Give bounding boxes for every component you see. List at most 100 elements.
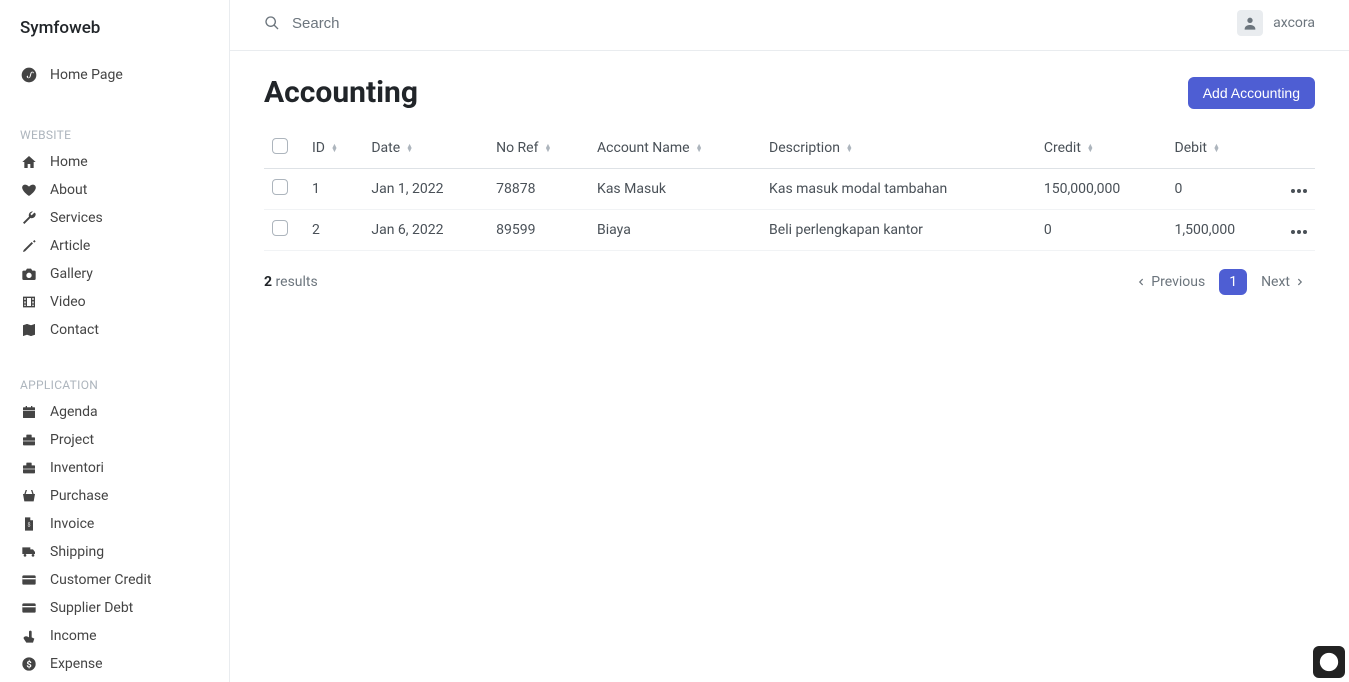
- col-noref[interactable]: No Ref▲▼: [488, 128, 589, 169]
- sidebar-item-services[interactable]: Services: [0, 204, 229, 232]
- sidebar-item-label: Invoice: [50, 516, 94, 532]
- search-input[interactable]: [292, 15, 1164, 32]
- cell-id: 2: [304, 210, 363, 251]
- sort-icon: ▲▼: [846, 144, 853, 152]
- add-accounting-button[interactable]: Add Accounting: [1188, 77, 1315, 109]
- cell-account: Kas Masuk: [589, 169, 761, 210]
- sort-icon: ▲▼: [1087, 144, 1094, 152]
- cell-noref: 89599: [488, 210, 589, 251]
- sidebar-item-supplier-debt[interactable]: Supplier Debt: [0, 594, 229, 622]
- col-debit[interactable]: Debit▲▼: [1167, 128, 1275, 169]
- cell-date: Jan 1, 2022: [363, 169, 488, 210]
- topbar: axcora: [230, 0, 1349, 51]
- sidebar-item-label: Gallery: [50, 266, 93, 282]
- chevron-right-icon: [1295, 277, 1305, 287]
- row-actions-button[interactable]: [1291, 189, 1307, 193]
- cell-desc: Beli perlengkapan kantor: [761, 210, 1036, 251]
- sidebar-item-shipping[interactable]: Shipping: [0, 538, 229, 566]
- sort-icon: ▲▼: [1213, 144, 1220, 152]
- sidebar-item-agenda[interactable]: Agenda: [0, 398, 229, 426]
- sidebar-item-gallery[interactable]: Gallery: [0, 260, 229, 288]
- results-count: 2 results: [264, 274, 318, 290]
- col-date[interactable]: Date▲▼: [363, 128, 488, 169]
- card-icon: [20, 599, 38, 617]
- col-credit[interactable]: Credit▲▼: [1036, 128, 1167, 169]
- sidebar-item-label: Supplier Debt: [50, 600, 133, 616]
- sidebar-item-label: Article: [50, 238, 90, 254]
- card-icon: [20, 571, 38, 589]
- sidebar-item-about[interactable]: About: [0, 176, 229, 204]
- file-icon: [20, 515, 38, 533]
- row-checkbox[interactable]: [272, 179, 288, 195]
- briefcase-icon: [20, 431, 38, 449]
- table-row[interactable]: 1Jan 1, 202278878Kas MasukKas masuk moda…: [264, 169, 1315, 210]
- sidebar-item-label: Agenda: [50, 404, 98, 420]
- map-icon: [20, 321, 38, 339]
- briefcase-icon: [20, 459, 38, 477]
- brand[interactable]: Symfoweb: [0, 0, 229, 56]
- user-menu[interactable]: axcora: [1237, 10, 1315, 36]
- sidebar-item-article[interactable]: Article: [0, 232, 229, 260]
- sidebar-item-label: Contact: [50, 322, 99, 338]
- page-1-button[interactable]: 1: [1219, 269, 1247, 295]
- cell-date: Jan 6, 2022: [363, 210, 488, 251]
- sidebar-section-application: APPLICATION: [0, 364, 229, 398]
- sidebar-item-label: Customer Credit: [50, 572, 151, 588]
- sidebar-item-home[interactable]: Home: [0, 148, 229, 176]
- select-all-checkbox[interactable]: [272, 138, 288, 154]
- sidebar-item-label: About: [50, 182, 87, 198]
- sidebar-item-expense[interactable]: Expense: [0, 650, 229, 678]
- sidebar-item-contact[interactable]: Contact: [0, 316, 229, 344]
- search-icon: [264, 15, 280, 31]
- next-button[interactable]: Next: [1251, 269, 1315, 295]
- sidebar-item-inventori[interactable]: Inventori: [0, 454, 229, 482]
- cell-credit: 150,000,000: [1036, 169, 1167, 210]
- cell-debit: 0: [1167, 169, 1275, 210]
- sidebar-item-purchase[interactable]: Purchase: [0, 482, 229, 510]
- table-row[interactable]: 2Jan 6, 202289599BiayaBeli perlengkapan …: [264, 210, 1315, 251]
- symfony-icon: [20, 66, 38, 84]
- sort-icon: ▲▼: [406, 144, 413, 152]
- film-icon: [20, 293, 38, 311]
- sidebar-item-home-page[interactable]: Home Page: [0, 56, 229, 94]
- sort-icon: ▲▼: [696, 144, 703, 152]
- user-avatar-icon: [1237, 10, 1263, 36]
- col-desc[interactable]: Description▲▼: [761, 128, 1036, 169]
- chevron-left-icon: [1136, 277, 1146, 287]
- previous-button[interactable]: Previous: [1126, 269, 1215, 295]
- sidebar-item-customer-credit[interactable]: Customer Credit: [0, 566, 229, 594]
- cell-desc: Kas masuk modal tambahan: [761, 169, 1036, 210]
- sidebar-item-label: Income: [50, 628, 97, 644]
- sort-icon: ▲▼: [331, 144, 338, 152]
- sidebar-item-label: Services: [50, 210, 103, 226]
- sidebar-item-label: Home: [50, 154, 88, 170]
- row-checkbox[interactable]: [272, 220, 288, 236]
- sidebar-item-invoice[interactable]: Invoice: [0, 510, 229, 538]
- sidebar-item-project[interactable]: Project: [0, 426, 229, 454]
- sidebar-item-income[interactable]: Income: [0, 622, 229, 650]
- row-actions-button[interactable]: [1291, 230, 1307, 234]
- heart-icon: [20, 181, 38, 199]
- col-account[interactable]: Account Name▲▼: [589, 128, 761, 169]
- sidebar-item-label: Project: [50, 432, 94, 448]
- sidebar-item-label: Expense: [50, 656, 103, 672]
- cell-credit: 0: [1036, 210, 1167, 251]
- sidebar-item-label: Inventori: [50, 460, 104, 476]
- hand-icon: [20, 627, 38, 645]
- cell-account: Biaya: [589, 210, 761, 251]
- cell-id: 1: [304, 169, 363, 210]
- sidebar-item-label: Purchase: [50, 488, 108, 504]
- sidebar-item-label: Shipping: [50, 544, 104, 560]
- sidebar-item-video[interactable]: Video: [0, 288, 229, 316]
- page-title: Accounting: [264, 75, 418, 110]
- home-icon: [20, 153, 38, 171]
- cell-noref: 78878: [488, 169, 589, 210]
- sort-icon: ▲▼: [544, 144, 551, 152]
- dollar-icon: [20, 655, 38, 673]
- symfony-toolbar-badge[interactable]: [1313, 646, 1345, 678]
- basket-icon: [20, 487, 38, 505]
- cell-debit: 1,500,000: [1167, 210, 1275, 251]
- truck-icon: [20, 543, 38, 561]
- col-id[interactable]: ID▲▼: [304, 128, 363, 169]
- calendar-icon: [20, 403, 38, 421]
